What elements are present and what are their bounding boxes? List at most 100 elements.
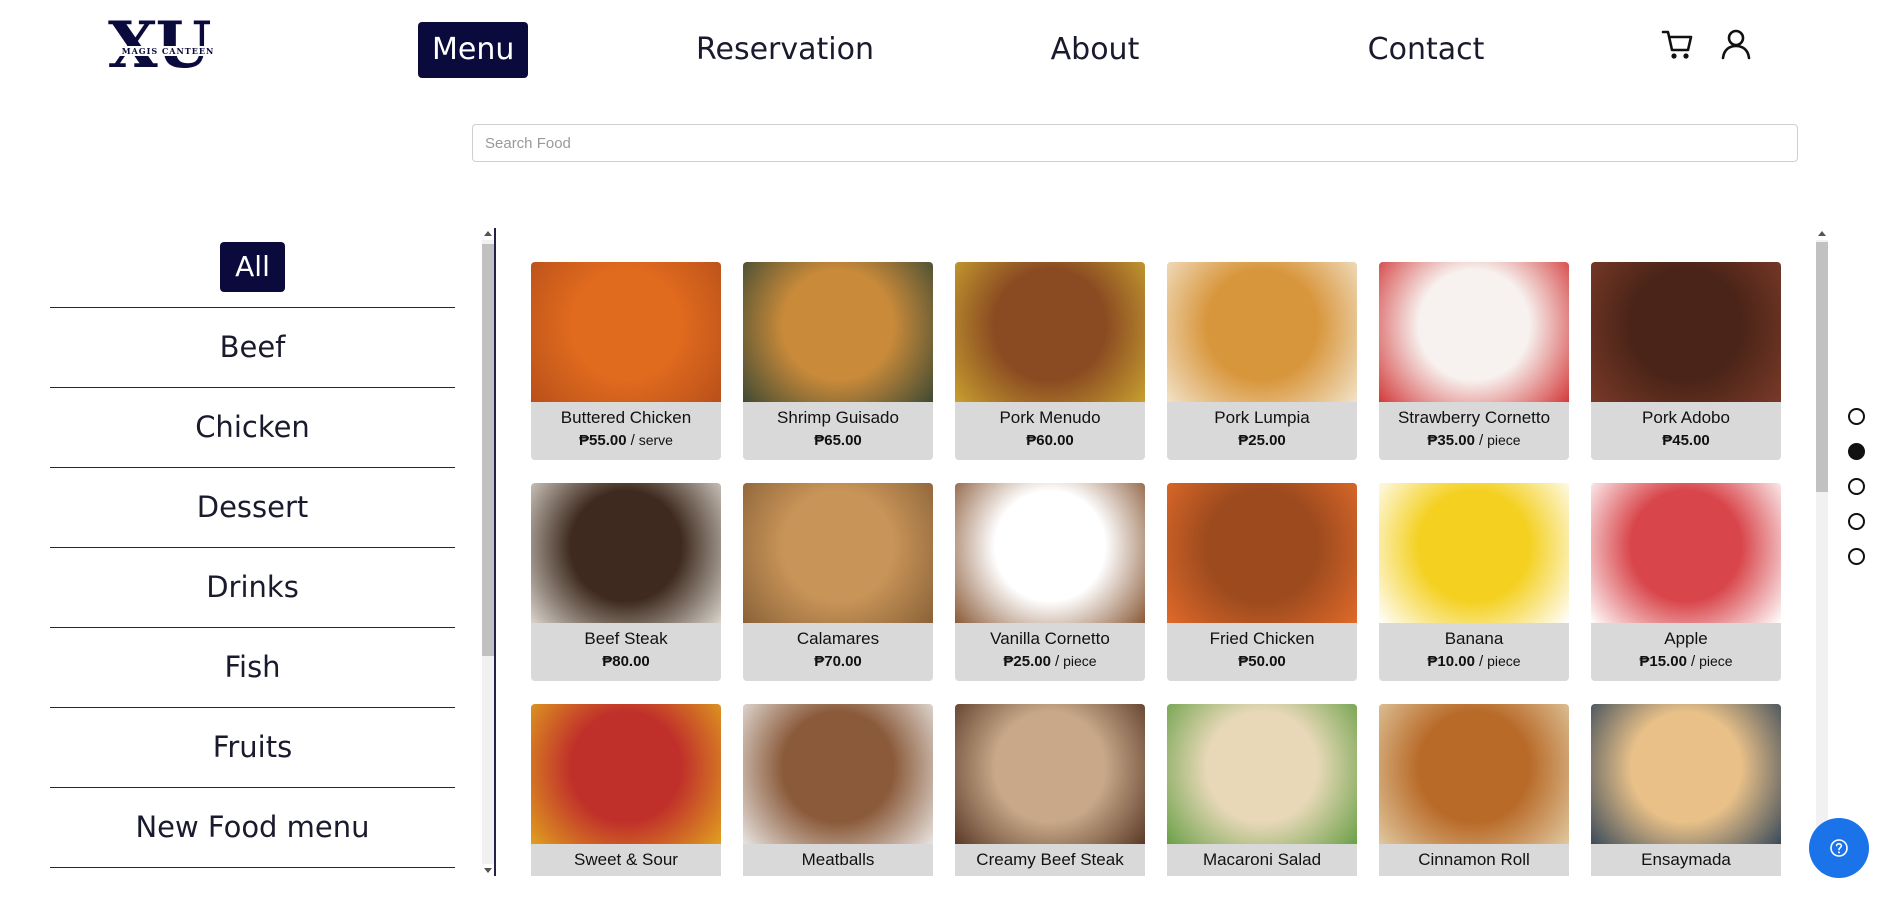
food-price-row: ₱10.00/piece [1379,653,1569,670]
food-price: ₱45.00 [1662,432,1710,449]
question-circle-icon [1830,839,1848,857]
page-dot[interactable] [1848,478,1865,495]
page-dot[interactable] [1848,513,1865,530]
food-card[interactable]: Creamy Beef Steak [955,704,1145,876]
food-card[interactable]: Banana ₱10.00/piece [1379,483,1569,681]
nav-contact[interactable]: Contact [1336,22,1516,78]
food-card[interactable]: Buttered Chicken ₱55.00/serve [531,262,721,460]
food-price: ₱70.00 [814,653,862,670]
food-name: Banana [1444,629,1504,648]
food-card[interactable]: Fried Chicken ₱50.00 [1167,483,1357,681]
food-card[interactable]: Strawberry Cornetto ₱35.00/piece [1379,262,1569,460]
food-card[interactable]: Pork Lumpia ₱25.00 [1167,262,1357,460]
food-name: Buttered Chicken [560,408,692,427]
page-dot[interactable] [1848,408,1865,425]
food-price: ₱65.00 [814,432,862,449]
food-price-row: ₱15.00/piece [1591,653,1781,670]
food-card[interactable]: Cinnamon Roll [1379,704,1569,876]
category-fish[interactable]: Fish [50,627,455,707]
category-all[interactable]: All [220,242,285,292]
food-card[interactable]: Beef Steak ₱80.00 [531,483,721,681]
food-name: Pork Menudo [999,408,1101,427]
category-chicken[interactable]: Chicken [50,387,455,467]
food-image [531,262,721,402]
food-price: ₱50.00 [1238,653,1286,670]
food-price-row: ₱25.00 [1167,432,1357,449]
food-card[interactable]: Pork Menudo ₱60.00 [955,262,1145,460]
food-price: ₱80.00 [602,653,650,670]
price-separator: / [1478,653,1484,670]
food-price: ₱25.00 [1238,432,1286,449]
scrollbar-thumb[interactable] [1816,242,1828,492]
food-name: Fried Chicken [1209,629,1315,648]
nav-menu[interactable]: Menu [418,22,529,78]
food-name: Vanilla Cornetto [990,629,1110,648]
food-image [955,704,1145,844]
food-image [955,483,1145,623]
price-separator: / [1690,653,1696,670]
logo-subtext: MAGIS CANTEEN [112,46,224,56]
food-image [1379,704,1569,844]
food-card[interactable]: Pork Adobo ₱45.00 [1591,262,1781,460]
food-name: Pork Adobo [1642,408,1730,427]
page-dot[interactable] [1848,443,1865,460]
nav-reservation[interactable]: Reservation [680,22,890,78]
food-price-row: ₱45.00 [1591,432,1781,449]
food-card[interactable]: Calamares ₱70.00 [743,483,933,681]
help-button[interactable] [1809,818,1869,878]
food-name: Meatballs [801,850,875,869]
food-price-row: ₱50.00 [1167,653,1357,670]
food-price-row: ₱35.00/piece [1379,432,1569,449]
food-unit: piece [1487,653,1521,669]
food-price-row: ₱25.00/piece [955,653,1145,670]
food-name: Sweet & Sour [574,850,678,869]
food-card[interactable]: Vanilla Cornetto ₱25.00/piece [955,483,1145,681]
sidebar-divider [494,228,496,876]
logo[interactable]: XU MAGIS CANTEEN [108,14,228,80]
food-image [955,262,1145,402]
category-fruits[interactable]: Fruits [50,707,455,787]
food-card[interactable]: Ensaymada [1591,704,1781,876]
food-image [1167,262,1357,402]
food-unit: piece [1487,432,1521,448]
food-image [1591,262,1781,402]
category-divider [50,867,455,868]
food-card[interactable]: Shrimp Guisado ₱65.00 [743,262,933,460]
food-card[interactable]: Apple ₱15.00/piece [1591,483,1781,681]
scroll-up-arrow[interactable] [1818,231,1826,236]
food-image [1379,483,1569,623]
category-new-food-menu[interactable]: New Food menu [50,787,455,867]
food-card[interactable]: Sweet & Sour [531,704,721,876]
food-image [743,704,933,844]
food-image [1591,483,1781,623]
food-grid: Buttered Chicken ₱55.00 / serve Shrimp Guisa… [531,262,1781,876]
food-name: Macaroni Salad [1202,850,1322,869]
food-name: Shrimp Guisado [777,408,899,427]
food-price: ₱55.00 [579,432,627,449]
food-scrollbar[interactable] [1814,228,1830,876]
user-icon[interactable] [1718,26,1754,62]
food-price-row: ₱65.00 [743,432,933,449]
food-name: Pork Lumpia [1214,408,1310,427]
price-separator: / [1054,653,1060,670]
food-price-row: ₱80.00 [531,653,721,670]
food-unit: piece [1063,653,1097,669]
food-card[interactable]: Macaroni Salad [1167,704,1357,876]
food-unit: serve [638,432,673,448]
category-dessert[interactable]: Dessert [50,467,455,547]
food-price: ₱10.00 [1427,653,1475,670]
category-drinks[interactable]: Drinks [50,547,455,627]
food-name: Beef Steak [584,629,668,648]
scroll-up-arrow[interactable] [484,231,492,236]
scroll-down-arrow[interactable] [484,868,492,873]
cart-icon[interactable] [1660,26,1696,62]
food-name: Creamy Beef Steak [976,850,1124,869]
food-image [1167,704,1357,844]
page-dot[interactable] [1848,548,1865,565]
scrollbar-thumb[interactable] [482,244,494,656]
nav-about[interactable]: About [1030,22,1160,78]
search-food-input[interactable] [472,124,1798,162]
category-beef[interactable]: Beef [50,307,455,387]
food-card[interactable]: Meatballs [743,704,933,876]
food-image [531,704,721,844]
